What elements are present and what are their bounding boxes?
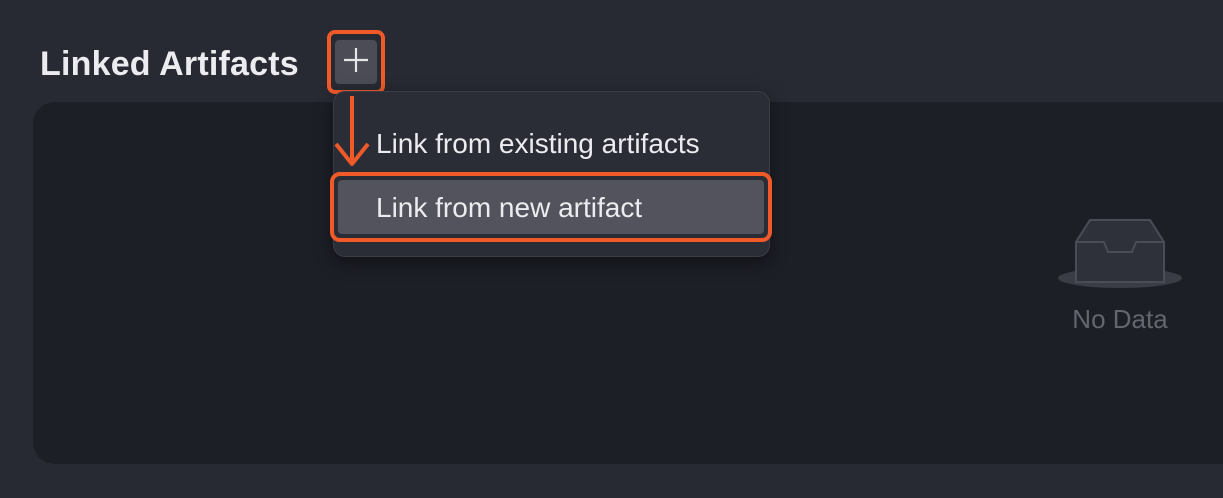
- empty-state: No Data: [1040, 210, 1200, 335]
- plus-icon: [344, 48, 368, 72]
- section-title: Linked Artifacts: [40, 45, 299, 83]
- menu-item-link-existing[interactable]: Link from existing artifacts: [376, 128, 700, 160]
- inbox-icon: [1058, 219, 1182, 288]
- empty-state-label: No Data: [1072, 304, 1168, 334]
- menu-item-link-new-label[interactable]: Link from new artifact: [376, 192, 642, 224]
- menu-item-link-new[interactable]: Link from new artifact: [330, 172, 772, 242]
- add-linked-artifact-button[interactable]: [327, 30, 385, 94]
- arrow-down-icon: [334, 96, 370, 166]
